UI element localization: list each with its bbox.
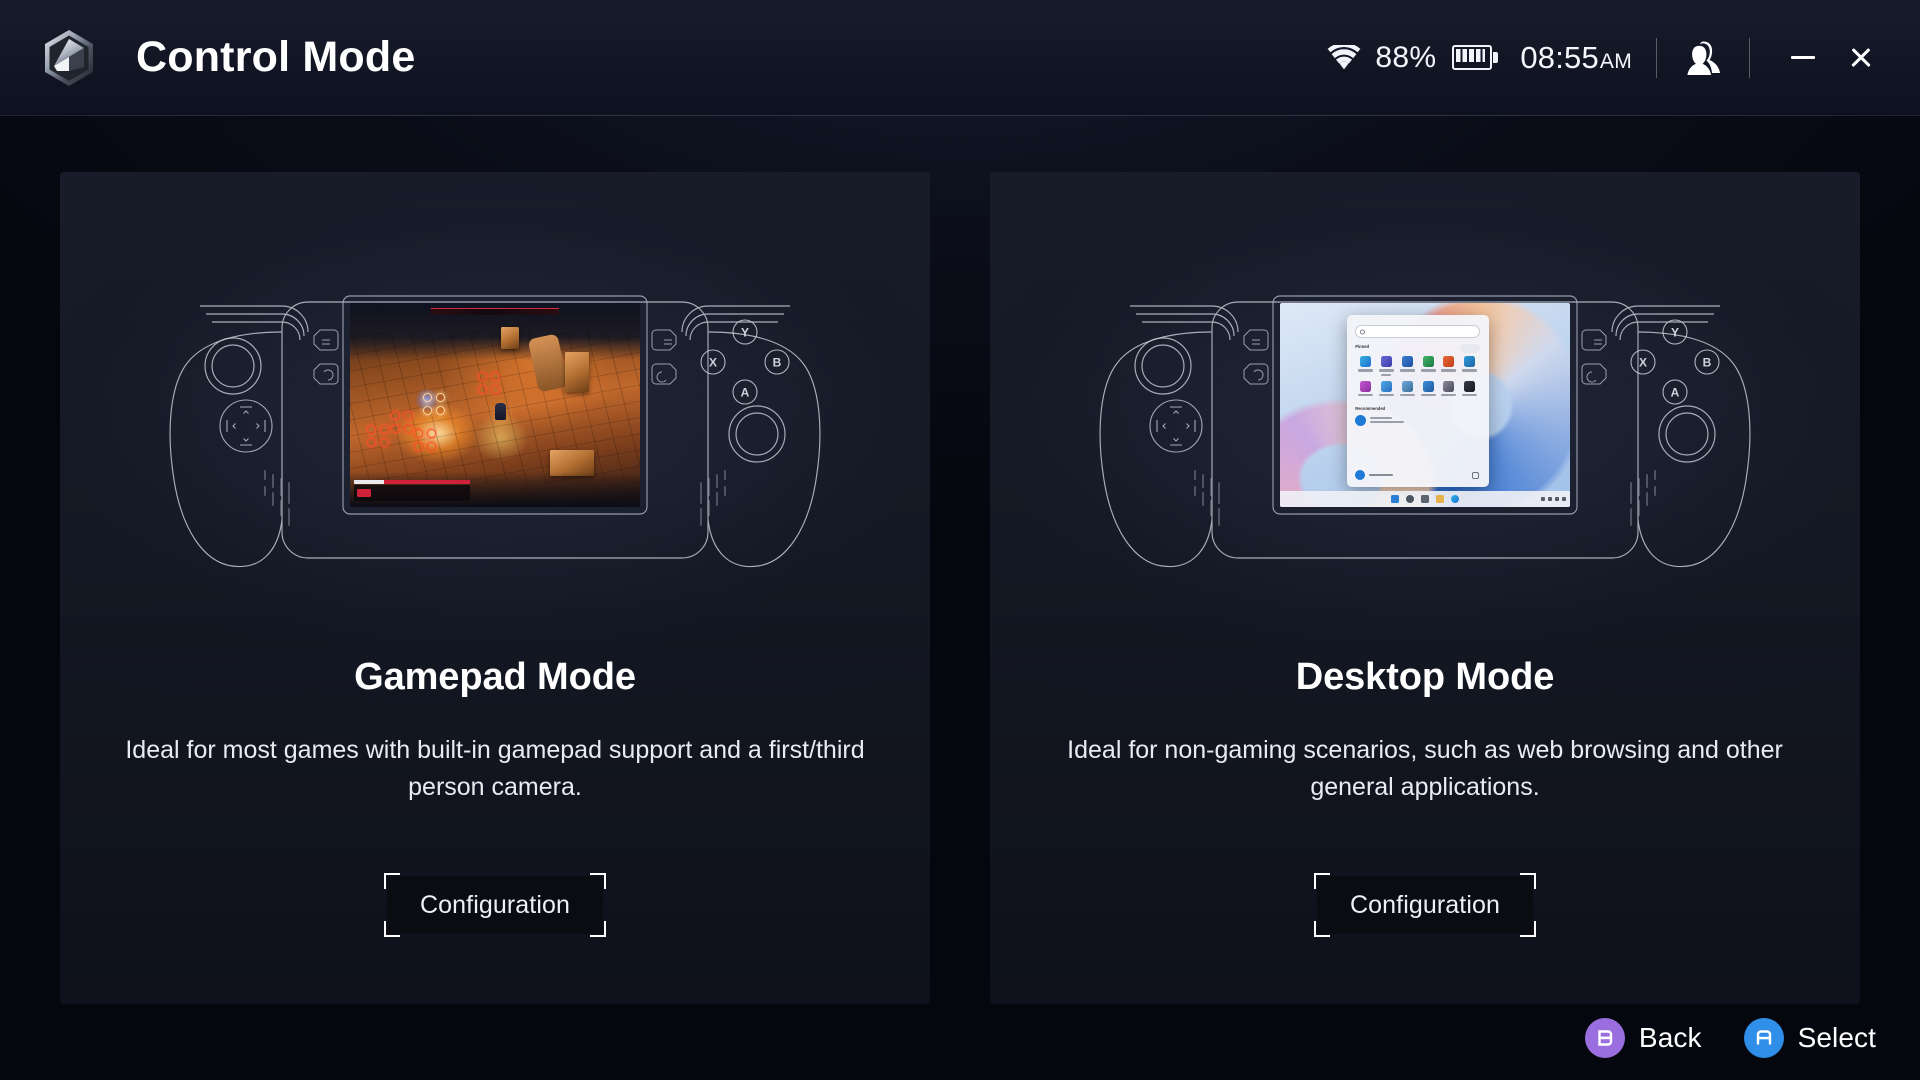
search-icon (1406, 494, 1414, 503)
configuration-button-gamepad[interactable]: Configuration (384, 873, 606, 937)
b-button-icon (1584, 1018, 1625, 1058)
windows-desktop-screenshot: Pinned Recommended (1280, 303, 1570, 507)
start-menu-app (1355, 380, 1376, 396)
battery-full-icon (1452, 45, 1499, 70)
bracket-corner-icon (589, 920, 606, 937)
windows-taskbar (1280, 490, 1570, 507)
mode-card-list: Y X B A Gamepad Mode Ideal for most game… (60, 172, 1860, 1004)
control-mode-window: Control Mode 88% 08:55 AM Y X B A Gamepa… (0, 0, 1920, 1080)
svg-text:Y: Y (741, 326, 749, 340)
device-screen-game (350, 303, 640, 507)
bracket-corner-icon (384, 920, 401, 937)
minimize-button[interactable] (1774, 29, 1832, 87)
wifi-icon (1327, 42, 1361, 71)
start-menu-app (1355, 356, 1376, 375)
hint-back-label: Back (1638, 1022, 1702, 1053)
svg-text:X: X (709, 356, 717, 370)
start-menu-app (1439, 380, 1460, 396)
start-menu-app (1439, 356, 1460, 375)
game-hud-bottom-left (354, 480, 470, 501)
close-icon (1849, 46, 1873, 70)
card-description-desktop: Ideal for non-gaming scenarios, such as … (1067, 736, 1783, 801)
hint-select[interactable]: Select (1743, 1018, 1876, 1058)
title-bar: Control Mode 88% 08:55 AM (0, 0, 1920, 116)
a-button-icon (1743, 1018, 1784, 1058)
status-divider-right (1749, 37, 1750, 78)
bracket-corner-icon (1519, 873, 1536, 890)
bracket-corner-icon (1314, 873, 1331, 890)
game-hud-top (431, 308, 559, 315)
start-menu-app (1397, 356, 1418, 375)
page-title: Control Mode (136, 33, 416, 81)
user-avatar-icon[interactable] (1681, 36, 1725, 80)
start-menu-recommended-label: Recommended (1355, 406, 1386, 412)
bracket-corner-icon (1314, 920, 1331, 937)
start-menu-user-account (1355, 469, 1394, 480)
start-menu-app (1459, 380, 1480, 396)
mode-card-desktop[interactable]: Y X B A Pinned Recommended Desktop Mode … (990, 172, 1860, 1004)
card-title-desktop: Desktop Mode (1295, 656, 1555, 698)
footer-button-hints: Back Select (1584, 1018, 1876, 1058)
clock: 08:55 AM (1520, 40, 1632, 76)
clock-meridiem: AM (1599, 49, 1632, 73)
clock-time: 08:55 (1520, 39, 1599, 75)
armoury-crate-hex-logo (38, 27, 100, 89)
start-menu-app (1376, 356, 1397, 376)
game-screenshot (350, 303, 640, 507)
hint-back[interactable]: Back (1584, 1018, 1702, 1058)
configuration-button-label: Configuration (419, 890, 570, 919)
start-menu-app (1397, 380, 1418, 396)
start-menu-pinned-label: Pinned (1355, 344, 1370, 350)
search-icon (1360, 329, 1366, 334)
edge-icon (1451, 494, 1459, 503)
hint-select-label: Select (1797, 1022, 1876, 1053)
windows-start-menu: Pinned Recommended (1346, 315, 1489, 487)
svg-text:B: B (773, 356, 782, 370)
handheld-device-illustration: Y X B A (100, 274, 890, 584)
bracket-corner-icon (589, 873, 606, 890)
start-menu-app (1376, 380, 1397, 396)
status-divider-left (1656, 37, 1657, 78)
minimize-icon (1791, 56, 1815, 59)
start-menu-search-input (1355, 324, 1481, 339)
svg-text:X: X (1639, 356, 1647, 370)
status-bar: 88% 08:55 AM (1327, 0, 1920, 115)
start-menu-app (1418, 356, 1439, 375)
configuration-button-label: Configuration (1349, 890, 1500, 919)
system-tray (1541, 496, 1566, 501)
configuration-button-desktop[interactable]: Configuration (1314, 873, 1536, 937)
bracket-corner-icon (384, 873, 401, 890)
close-button[interactable] (1832, 29, 1890, 87)
handheld-device-illustration: Y X B A (1030, 274, 1820, 584)
svg-text:A: A (741, 386, 750, 400)
start-menu-app (1418, 380, 1439, 396)
svg-text:A: A (1671, 386, 1680, 400)
file-explorer-icon (1436, 494, 1444, 503)
start-button-icon (1391, 494, 1399, 503)
svg-text:B: B (1703, 356, 1712, 370)
card-title-gamepad: Gamepad Mode (354, 656, 636, 698)
task-view-icon (1421, 494, 1429, 503)
card-description-gamepad: Ideal for most games with built-in gamep… (125, 736, 865, 801)
start-menu-recommended-item (1355, 415, 1405, 427)
start-menu-all-apps-button (1460, 343, 1481, 354)
power-icon (1471, 471, 1479, 479)
battery-percentage: 88% (1375, 40, 1437, 74)
svg-text:Y: Y (1671, 326, 1679, 340)
device-screen-desktop: Pinned Recommended (1280, 303, 1570, 507)
bracket-corner-icon (1519, 920, 1536, 937)
mode-card-gamepad[interactable]: Y X B A Gamepad Mode Ideal for most game… (60, 172, 930, 1004)
start-menu-pinned-grid (1355, 356, 1480, 396)
start-menu-app (1459, 356, 1480, 375)
